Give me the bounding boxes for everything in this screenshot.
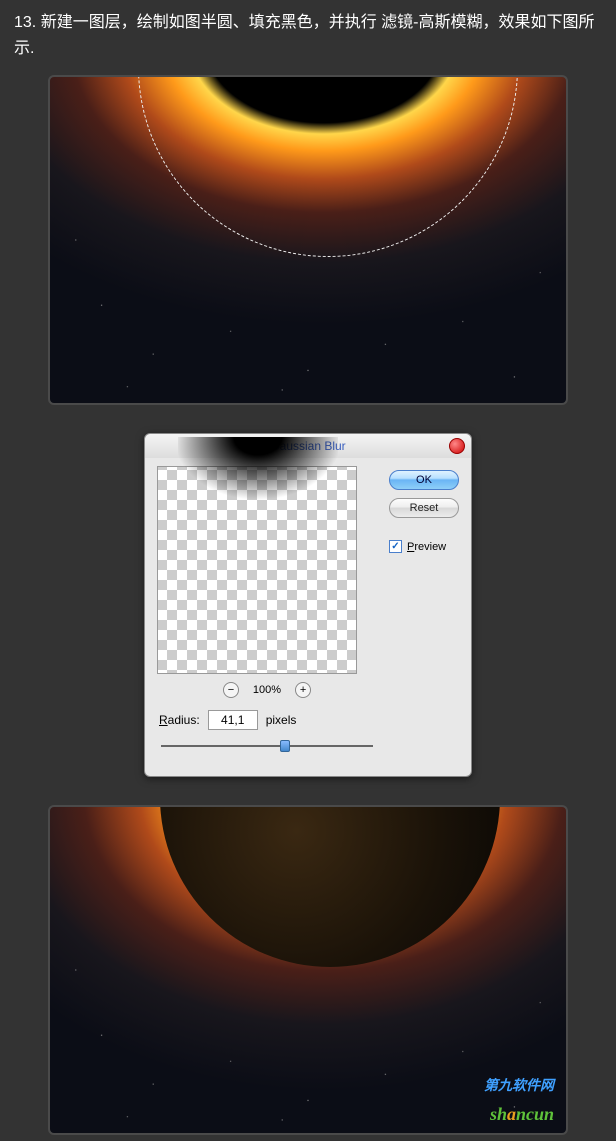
button-column: OK Reset ✓ Preview — [389, 466, 459, 758]
plus-icon: + — [300, 685, 306, 696]
step-number: 13. — [14, 14, 36, 31]
preview-checkbox-row[interactable]: ✓ Preview — [389, 540, 459, 553]
radius-label-rest: adius: — [168, 713, 200, 727]
zoom-percent: 100% — [253, 684, 281, 696]
instruction-text: 新建一图层，绘制如图半圆、填充黑色，并执行 滤镜-高斯模糊，效果如下图所示. — [14, 14, 594, 57]
check-icon: ✓ — [391, 541, 399, 552]
zoom-out-button[interactable]: − — [223, 682, 239, 698]
radius-mnemonic: R — [159, 713, 168, 727]
preview-content — [178, 437, 338, 547]
watermark-text-1: 第九软件网 — [484, 1075, 554, 1095]
wm-a: sh — [490, 1104, 507, 1124]
wm-c: ncun — [516, 1104, 554, 1124]
radius-row: Radius: pixels — [157, 706, 377, 734]
radius-unit: pixels — [266, 713, 297, 727]
gaussian-blur-dialog: Gaussian Blur − 100% + Radius: pixels — [144, 433, 472, 777]
radius-input[interactable] — [208, 710, 258, 730]
ok-button[interactable]: OK — [389, 470, 459, 490]
radius-slider[interactable] — [161, 740, 373, 752]
filter-preview[interactable] — [157, 466, 357, 674]
result-image-before — [48, 75, 568, 405]
reset-button[interactable]: Reset — [389, 498, 459, 518]
wm-b: a — [507, 1104, 516, 1124]
preview-label-rest: review — [414, 541, 446, 553]
slider-track — [161, 745, 373, 747]
minus-icon: − — [228, 685, 234, 696]
close-icon[interactable] — [449, 438, 465, 454]
zoom-in-button[interactable]: + — [295, 682, 311, 698]
radius-label: Radius: — [159, 713, 200, 727]
zoom-controls: − 100% + — [157, 674, 377, 706]
preview-checkbox[interactable]: ✓ — [389, 540, 402, 553]
dialog-body: − 100% + Radius: pixels OK Reset ✓ Previ… — [145, 458, 471, 776]
preview-checkbox-label: Preview — [407, 541, 446, 553]
preview-column: − 100% + Radius: pixels — [157, 466, 377, 758]
slider-thumb[interactable] — [280, 740, 290, 752]
result-image-after: 第九软件网 shancun — [48, 805, 568, 1135]
watermark-text-2: shancun — [490, 1104, 554, 1125]
step-instruction: 13. 新建一图层，绘制如图半圆、填充黑色，并执行 滤镜-高斯模糊，效果如下图所… — [0, 0, 616, 69]
